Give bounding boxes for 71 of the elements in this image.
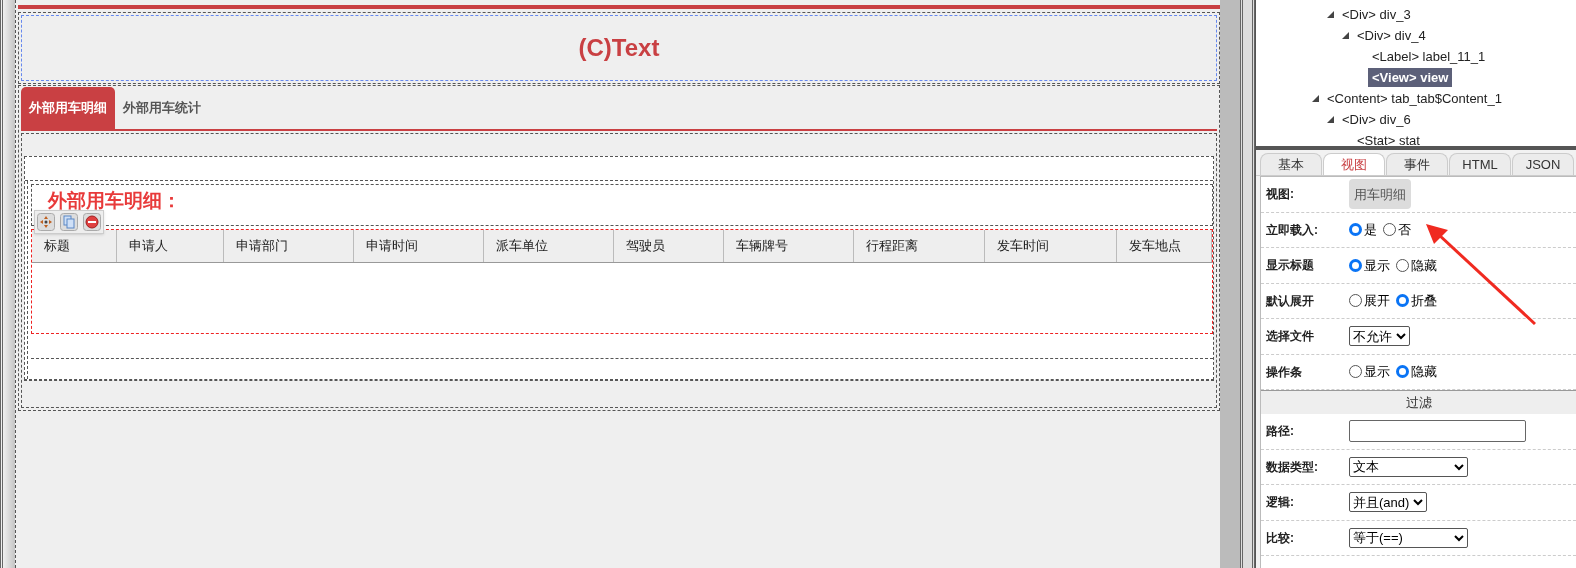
property-label: 视图: [1265,186,1295,204]
column-header: 申请部门 [224,230,354,262]
caret-icon [1454,533,1464,542]
radio-label: 否 [1398,221,1411,239]
tree-item[interactable]: <Label> label_11_1 [1368,46,1490,67]
radio-button[interactable] [1396,294,1409,308]
property-label: 选择文件 [1265,328,1315,346]
column-header: 申请时间 [354,230,484,262]
property-label: 比较: [1265,529,1295,547]
dropdown[interactable]: 等于(==) [1349,527,1468,548]
splitter[interactable] [1240,0,1255,568]
tree-item[interactable]: <Stat> stat [1353,130,1424,146]
expanded-triangle-icon[interactable] [1311,95,1319,102]
panel-tab[interactable]: 事件 [1386,153,1448,175]
view-label: 外部用车明细： [48,189,181,213]
property-label: 显示标题 [1265,257,1315,275]
radio-label: 展开 [1364,292,1390,310]
property-label: 路径: [1265,423,1295,441]
property-label: 默认展开 [1265,292,1315,310]
property-label: 逻辑: [1265,494,1295,512]
caret-icon [1396,332,1406,341]
expanded-triangle-icon[interactable] [1341,32,1349,39]
move-icon[interactable] [37,213,55,231]
tree-item[interactable]: <Div> div_3 [1338,4,1415,25]
radio-label: 显示 [1364,256,1390,275]
page-title: (C)Text [578,33,660,63]
view-picker-button[interactable]: 用车明细 [1349,179,1411,210]
column-header: 行程距离 [854,230,985,262]
caret-icon [1413,498,1424,507]
scrollbar[interactable] [1220,0,1240,568]
radio-label: 折叠 [1411,292,1437,310]
expanded-triangle-icon[interactable] [1326,116,1334,123]
tab[interactable]: 外部用车明细 [21,87,115,129]
property-label: 数据类型: [1265,458,1319,476]
panel-tab[interactable]: 视图 [1323,153,1385,175]
panel-tab[interactable]: 基本 [1260,153,1322,175]
tree-item[interactable]: <View> view [1368,67,1453,88]
radio-button[interactable] [1349,365,1362,379]
column-header: 发车地点 [1117,230,1212,262]
radio-label: 是 [1364,221,1377,239]
tree-item[interactable]: <Div> div_4 [1353,25,1430,46]
radio-button[interactable] [1396,258,1409,272]
dropdown[interactable]: 文本 [1349,456,1468,477]
radio-label: 显示 [1364,363,1390,381]
column-header: 驾驶员 [614,230,724,262]
dropdown[interactable]: 并且(and) [1349,492,1428,513]
property-label: 操作条 [1265,363,1303,381]
radio-label: 隐藏 [1411,256,1437,275]
panel-tab[interactable]: JSON [1512,153,1574,175]
radio-button[interactable] [1396,365,1409,379]
tab[interactable]: 外部用车统计 [115,87,209,129]
radio-button[interactable] [1349,258,1362,272]
panel-tab[interactable]: HTML [1449,153,1511,175]
column-header: 申请人 [117,230,224,262]
radio-button[interactable] [1349,294,1362,308]
column-header: 发车时间 [985,230,1117,262]
expanded-triangle-icon[interactable] [1326,11,1334,18]
caret-icon [1454,462,1464,471]
section-header: 过滤 [1261,390,1576,414]
radio-button[interactable] [1383,223,1396,237]
column-header: 派车单位 [484,230,614,262]
delete-icon[interactable] [83,213,101,231]
radio-button[interactable] [1349,223,1362,237]
dropdown[interactable]: 不允许 [1349,326,1410,347]
column-header: 车辆牌号 [724,230,854,262]
property-label: 立即载入: [1265,221,1319,239]
tree-item[interactable]: <Div> div_6 [1338,109,1415,130]
tree-item[interactable]: <Content> tab_tab$Content_1 [1323,88,1506,109]
column-header: 标题 [32,230,117,262]
path-input-field[interactable] [1349,420,1526,443]
radio-label: 隐藏 [1411,363,1437,381]
